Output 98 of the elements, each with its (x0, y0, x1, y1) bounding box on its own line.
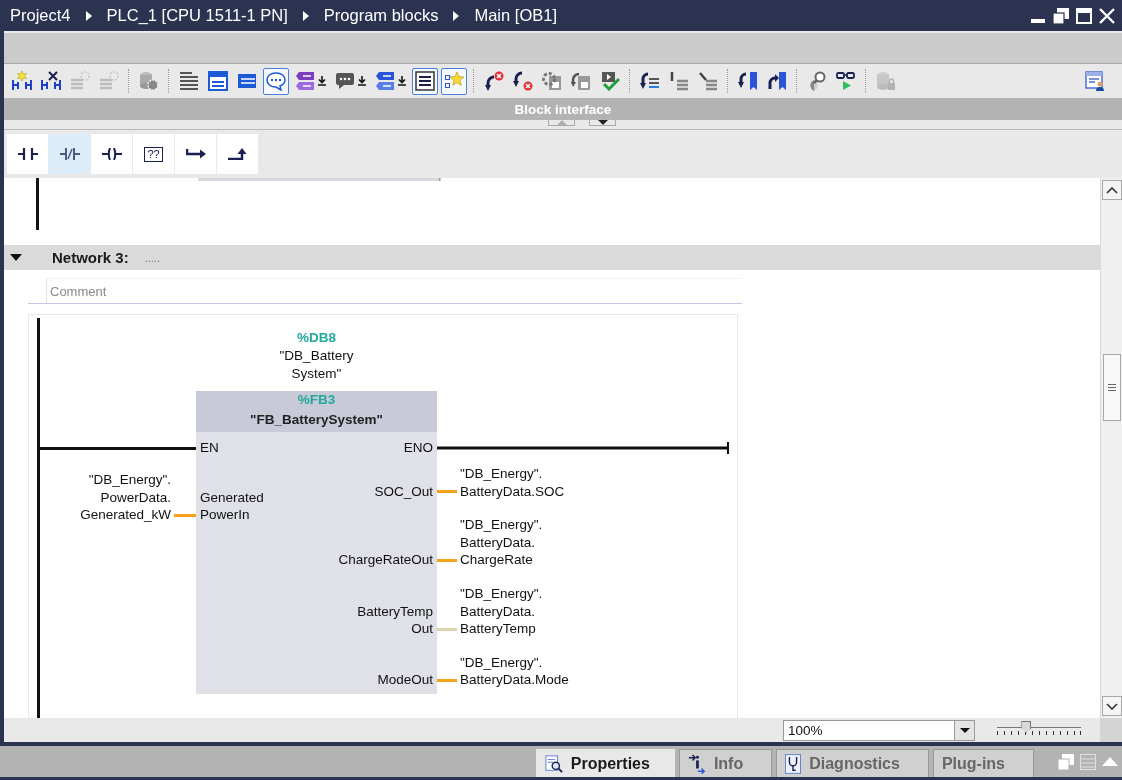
tag-icon (374, 71, 395, 91)
cylinder-gear-icon (138, 71, 159, 91)
branch-close-icon (227, 148, 248, 160)
ladder-element-button[interactable] (175, 134, 216, 174)
contact-icon (17, 148, 38, 160)
rungs-star-icon (11, 71, 32, 91)
zoom-combo[interactable]: 100% (783, 719, 975, 741)
maximize-icon (1076, 7, 1092, 24)
operand-label: "DB_Energy". PowerData. Generated_kW (79, 471, 172, 524)
chevron-down-icon (1105, 702, 1118, 710)
pin-label: ChargeRateOut (337, 551, 434, 569)
rungs-cross-icon (40, 71, 61, 91)
coil-icon (101, 148, 122, 160)
maximize-button[interactable] (1075, 5, 1093, 26)
download-arrow-icon (357, 76, 366, 86)
glasses-play-icon (835, 71, 856, 91)
speech-bubble-icon (334, 71, 355, 91)
breadcrumb-arrow-icon (302, 10, 309, 21)
ladder-element-button[interactable] (217, 134, 258, 174)
toolbar-button[interactable] (411, 67, 438, 95)
lines-icon (697, 71, 718, 91)
breadcrumb-link[interactable]: Project4 (10, 6, 71, 25)
restore-icon (1053, 7, 1069, 24)
splitter-handle[interactable] (548, 120, 575, 126)
panel-tab[interactable]: Properties (535, 749, 675, 777)
triangle-up-icon (1102, 757, 1118, 766)
operand-label: "DB_Energy". BatteryData. ChargeRate (459, 516, 543, 569)
block-address: %FB3 (297, 391, 336, 409)
dropdown-button[interactable] (954, 720, 974, 740)
download-arrow-icon (397, 76, 406, 86)
breadcrumb-arrow-icon (453, 10, 460, 21)
breadcrumb-link[interactable]: Program blocks (323, 6, 439, 25)
comment-field[interactable]: Comment (46, 278, 742, 303)
close-button[interactable] (1098, 5, 1116, 26)
speech-bubble-icon (265, 71, 286, 91)
operand-label: "DB_Energy". BatteryData. BatteryTemp (459, 584, 543, 638)
bookmark-arrow-icon (737, 71, 758, 91)
arrow-cross-icon (483, 71, 504, 91)
window-user-icon (1085, 71, 1105, 91)
breadcrumb-link[interactable]: Main [OB1] (474, 6, 557, 25)
document-magnifier-icon (544, 754, 563, 773)
splitter-handle[interactable] (589, 120, 616, 126)
branch-open-icon (185, 148, 206, 160)
lines-icon (668, 71, 689, 91)
arrow-lines-icon (639, 71, 660, 91)
collapse-triangle-icon[interactable] (10, 254, 22, 261)
toolbar-button[interactable] (262, 67, 289, 95)
pin-label: SOC_Out (373, 482, 434, 501)
network-title: Network 3: (52, 249, 129, 266)
window-icon (207, 71, 228, 91)
ladder-element-button[interactable] (91, 134, 132, 174)
pin-label: BatteryTemp Out (356, 602, 434, 638)
instance-name: "DB_Battery System" (279, 347, 354, 383)
panel-tab[interactable]: Plug-ins (932, 749, 1034, 777)
block-name: "FB_BatterySystem" (250, 411, 383, 429)
list-icon (1080, 753, 1096, 770)
panel-tab[interactable]: Diagnostics (776, 749, 929, 777)
panel-tab[interactable]: Info (678, 749, 773, 777)
lines-icon (178, 71, 199, 91)
pin-label: ModeOut (376, 671, 434, 689)
star-icon (443, 71, 464, 91)
list-icon (414, 71, 435, 91)
breadcrumb-arrow-icon (85, 10, 92, 21)
chevron-up-icon (1105, 186, 1118, 194)
info-arrows-icon (687, 753, 706, 774)
pin-label: Generated PowerIn (199, 488, 264, 524)
stethoscope-icon (785, 753, 802, 774)
contact-slash-icon (59, 148, 80, 160)
chip-check-icon (599, 71, 620, 91)
arrow-document-icon (570, 71, 591, 91)
windows-icon (1058, 753, 1074, 770)
lines-sparkle-icon (98, 71, 119, 91)
ladder-element-button[interactable]: ?? (133, 134, 174, 174)
tag-icon (294, 71, 315, 91)
operand-label: "DB_Energy". BatteryData.Mode (459, 653, 569, 689)
triangle-down-icon (597, 120, 608, 125)
restore-button[interactable] (1052, 5, 1070, 26)
operand-label: "DB_Energy". BatteryData.SOC (459, 465, 565, 501)
scroll-down-button[interactable] (1101, 696, 1122, 716)
scrollbar-thumb[interactable] (1102, 354, 1121, 421)
arrow-cross-icon (512, 71, 533, 91)
scroll-up-button[interactable] (1101, 180, 1122, 200)
window-icon (236, 71, 257, 91)
instance-address: %DB8 (297, 329, 336, 347)
pin-label: ENO (403, 439, 433, 457)
minimize-icon (1031, 18, 1045, 23)
cylinder-lock-icon (875, 71, 896, 91)
ladder-element-button[interactable] (7, 134, 48, 174)
caret-down-icon (959, 727, 970, 733)
close-icon (1099, 7, 1115, 24)
download-arrow-icon (317, 76, 326, 86)
bookmark-arrow-icon (766, 71, 787, 91)
lines-sparkle-icon (69, 71, 90, 91)
breadcrumb-link[interactable]: PLC_1 [CPU 1511-1 PN] (106, 6, 288, 25)
pin-label: EN (200, 439, 219, 457)
grip-icon (1107, 384, 1116, 391)
gear-document-icon (541, 71, 562, 91)
zoom-slider-thumb[interactable] (1021, 721, 1032, 733)
